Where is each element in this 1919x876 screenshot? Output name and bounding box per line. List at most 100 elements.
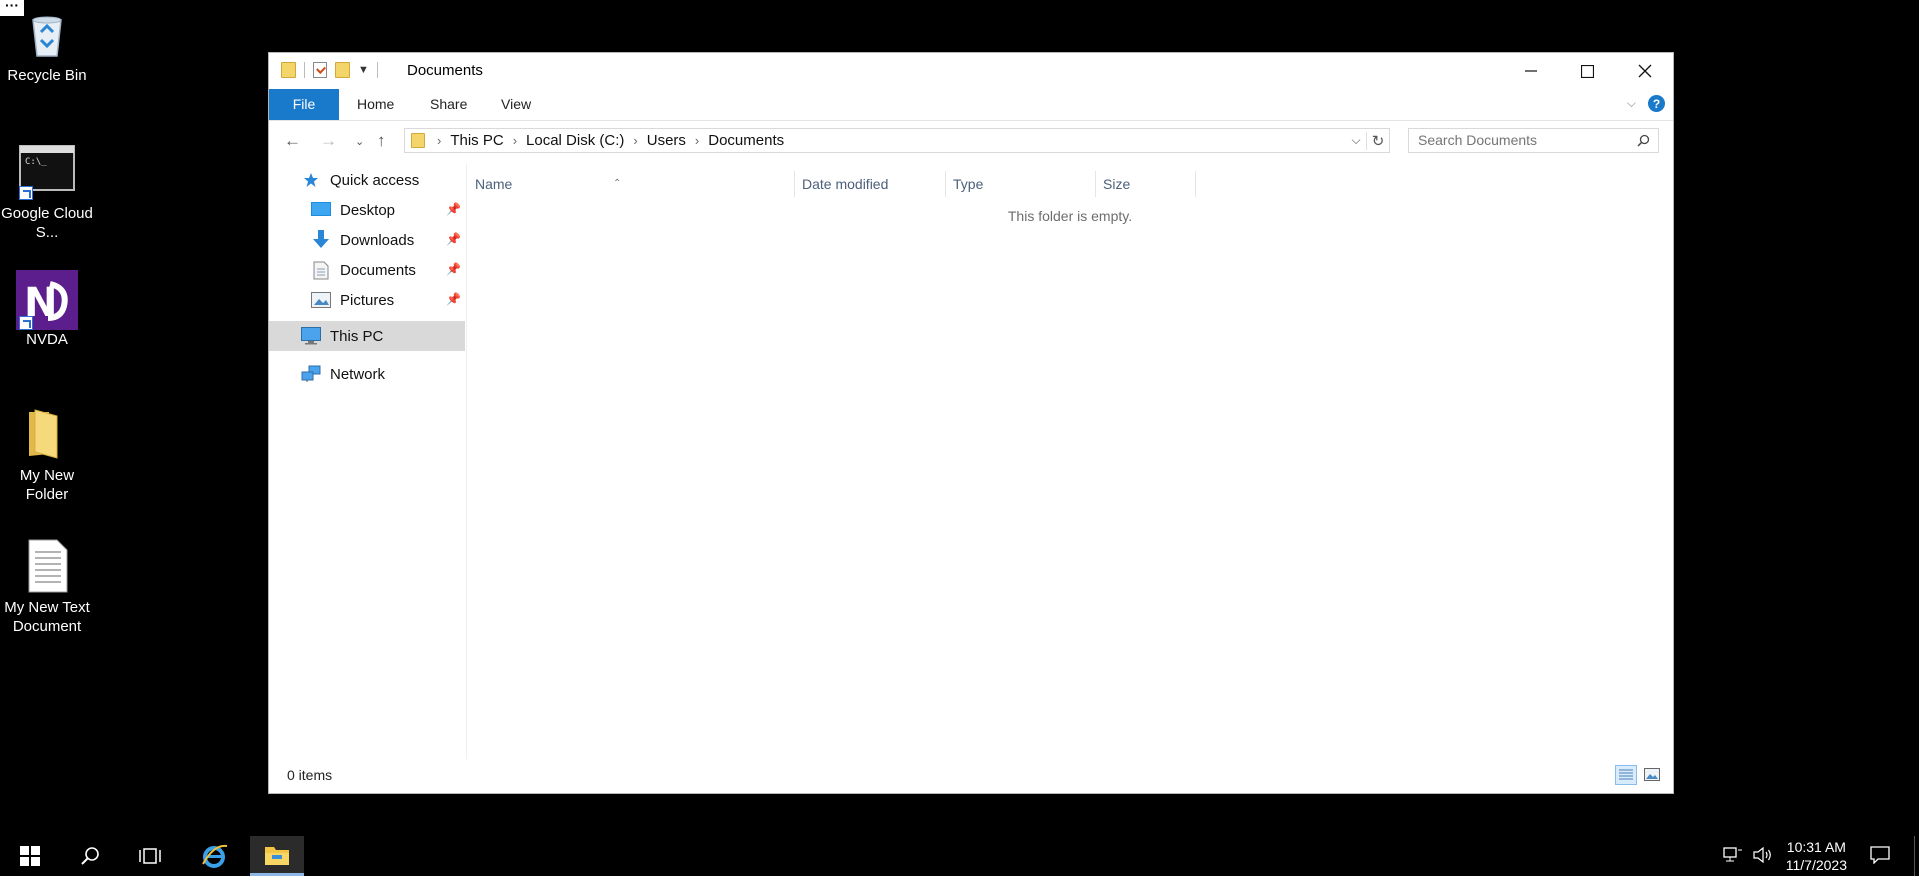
close-icon	[1638, 64, 1651, 78]
desktop-icon-google-cloud-sdk[interactable]: C:\_ Google Cloud S...	[0, 144, 94, 242]
tab-view[interactable]: View	[483, 89, 549, 120]
maximize-icon	[1581, 64, 1594, 78]
desktop-icon-label: My New Text Document	[4, 599, 90, 635]
internet-explorer-icon	[202, 844, 228, 868]
desktop-icon-my-new-folder[interactable]: My New Folder	[0, 406, 94, 504]
pin-icon[interactable]: 📌	[446, 292, 461, 306]
breadcrumb-this-pc[interactable]: This PC	[450, 132, 503, 149]
volume-icon[interactable]	[1751, 846, 1775, 866]
title-bar[interactable]: ▼ Documents	[269, 53, 1673, 89]
desktop-icon-my-new-text-document[interactable]: My New Text Document	[0, 538, 94, 636]
internet-explorer-button[interactable]	[190, 836, 238, 876]
clock-time: 10:31 AM	[1786, 839, 1846, 855]
nav-item-pictures[interactable]: Pictures	[311, 287, 394, 313]
pin-icon[interactable]: 📌	[446, 232, 461, 246]
column-header-label: Size	[1103, 176, 1131, 192]
address-bar-controls: ⌵ ↻	[1346, 129, 1389, 152]
breadcrumb-users[interactable]: Users	[647, 132, 686, 149]
search-button[interactable]	[66, 836, 114, 876]
desktop-icon-recycle-bin[interactable]: Recycle Bin	[0, 6, 94, 85]
up-arrow-icon[interactable]: ↑	[377, 131, 386, 151]
nvda-icon: N	[16, 270, 78, 330]
back-arrow-icon[interactable]: ←	[284, 131, 301, 151]
desktop-icon-label: Recycle Bin	[7, 67, 87, 84]
desktop-folder-icon	[311, 201, 331, 219]
empty-folder-message: This folder is empty.	[1007, 208, 1133, 224]
column-header-date-modified[interactable]: Date modified	[795, 171, 946, 197]
file-list-pane[interactable]: ⌃ Name Date modified Type Size This fold…	[467, 163, 1673, 759]
recent-locations-chevron-icon[interactable]: ⌄	[355, 135, 364, 148]
clock[interactable]: 10:31 AM 11/7/2023	[1786, 838, 1847, 874]
search-icon	[81, 847, 99, 865]
task-view-icon	[139, 848, 161, 864]
documents-icon	[311, 261, 331, 279]
network-status-icon[interactable]	[1721, 846, 1745, 866]
task-view-button[interactable]	[126, 836, 174, 876]
text-document-icon	[19, 538, 75, 594]
network-icon	[301, 365, 321, 383]
customize-toolbar-arrow-icon[interactable]: ▼	[358, 64, 369, 76]
help-icon[interactable]: ?	[1648, 95, 1665, 112]
expand-ribbon-chevron-icon[interactable]: ⌵	[1627, 96, 1636, 111]
pictures-icon	[311, 291, 331, 309]
large-icons-view-icon	[1644, 768, 1660, 781]
status-bar: 0 items	[269, 757, 1673, 793]
breadcrumb-local-disk[interactable]: Local Disk (C:)	[526, 132, 624, 149]
new-folder-icon[interactable]	[335, 62, 350, 78]
desktop-icon-nvda[interactable]: N NVDA	[0, 270, 94, 349]
nav-item-documents[interactable]: Documents	[311, 257, 416, 283]
breadcrumb-separator-icon[interactable]: ›	[633, 133, 637, 148]
tab-home[interactable]: Home	[339, 89, 412, 120]
nav-item-label: Pictures	[340, 291, 395, 309]
command-prompt-icon: C:\_	[19, 144, 75, 200]
svg-text:C:\_: C:\_	[25, 157, 47, 167]
column-header-name[interactable]: ⌃ Name	[468, 171, 795, 197]
navigation-pane: Quick access Desktop 📌 Downloads 📌 Docum…	[269, 163, 467, 759]
search-box[interactable]	[1408, 128, 1659, 153]
properties-icon[interactable]	[313, 62, 327, 78]
toolbar-divider	[304, 62, 305, 78]
sort-ascending-icon: ⌃	[613, 178, 622, 189]
nav-item-desktop[interactable]: Desktop	[311, 197, 395, 223]
address-bar[interactable]: › This PC › Local Disk (C:) › Users › Do…	[404, 128, 1390, 153]
close-button[interactable]	[1616, 53, 1673, 89]
nav-item-network[interactable]: Network	[301, 361, 385, 387]
star-icon	[301, 171, 321, 189]
file-explorer-icon	[265, 846, 289, 865]
forward-arrow-icon[interactable]: →	[320, 131, 337, 151]
address-dropdown-chevron-icon[interactable]: ⌵	[1346, 133, 1366, 148]
action-center-icon[interactable]	[1868, 845, 1892, 867]
large-icons-view-button[interactable]	[1641, 765, 1663, 785]
column-header-type[interactable]: Type	[946, 171, 1096, 197]
start-button[interactable]	[6, 836, 54, 876]
clock-date: 11/7/2023	[1785, 857, 1847, 873]
file-explorer-taskbar-button[interactable]	[250, 836, 304, 876]
breadcrumb-documents[interactable]: Documents	[708, 132, 784, 149]
refresh-icon[interactable]: ↻	[1366, 131, 1389, 150]
search-input[interactable]	[1418, 132, 1618, 148]
windows-logo-icon	[20, 846, 40, 866]
breadcrumb-separator-icon[interactable]: ›	[695, 133, 699, 148]
search-icon[interactable]	[1637, 129, 1650, 154]
computer-icon	[301, 327, 321, 345]
folder-icon	[281, 62, 296, 78]
show-desktop-button[interactable]	[1914, 836, 1919, 876]
view-toggle	[1615, 765, 1663, 785]
nav-item-this-pc[interactable]: This PC	[269, 321, 465, 351]
details-view-button[interactable]	[1615, 765, 1637, 785]
column-header-size[interactable]: Size	[1096, 171, 1196, 197]
pin-icon[interactable]: 📌	[446, 202, 461, 216]
breadcrumb-separator-icon[interactable]: ›	[513, 133, 517, 148]
nav-item-downloads[interactable]: Downloads	[311, 227, 414, 253]
minimize-icon	[1524, 70, 1537, 72]
maximize-button[interactable]	[1559, 53, 1616, 89]
nav-item-label: Network	[330, 365, 386, 383]
desktop-icon-label: Google Cloud S...	[1, 205, 93, 241]
column-header-label: Name	[475, 176, 513, 192]
tab-file[interactable]: File	[269, 89, 339, 120]
pin-icon[interactable]: 📌	[446, 262, 461, 276]
minimize-button[interactable]	[1502, 53, 1559, 89]
tab-share[interactable]: Share	[412, 89, 485, 120]
ribbon: File Home Share View ⌵ ?	[269, 89, 1673, 121]
nav-item-quick-access[interactable]: Quick access	[301, 167, 419, 193]
